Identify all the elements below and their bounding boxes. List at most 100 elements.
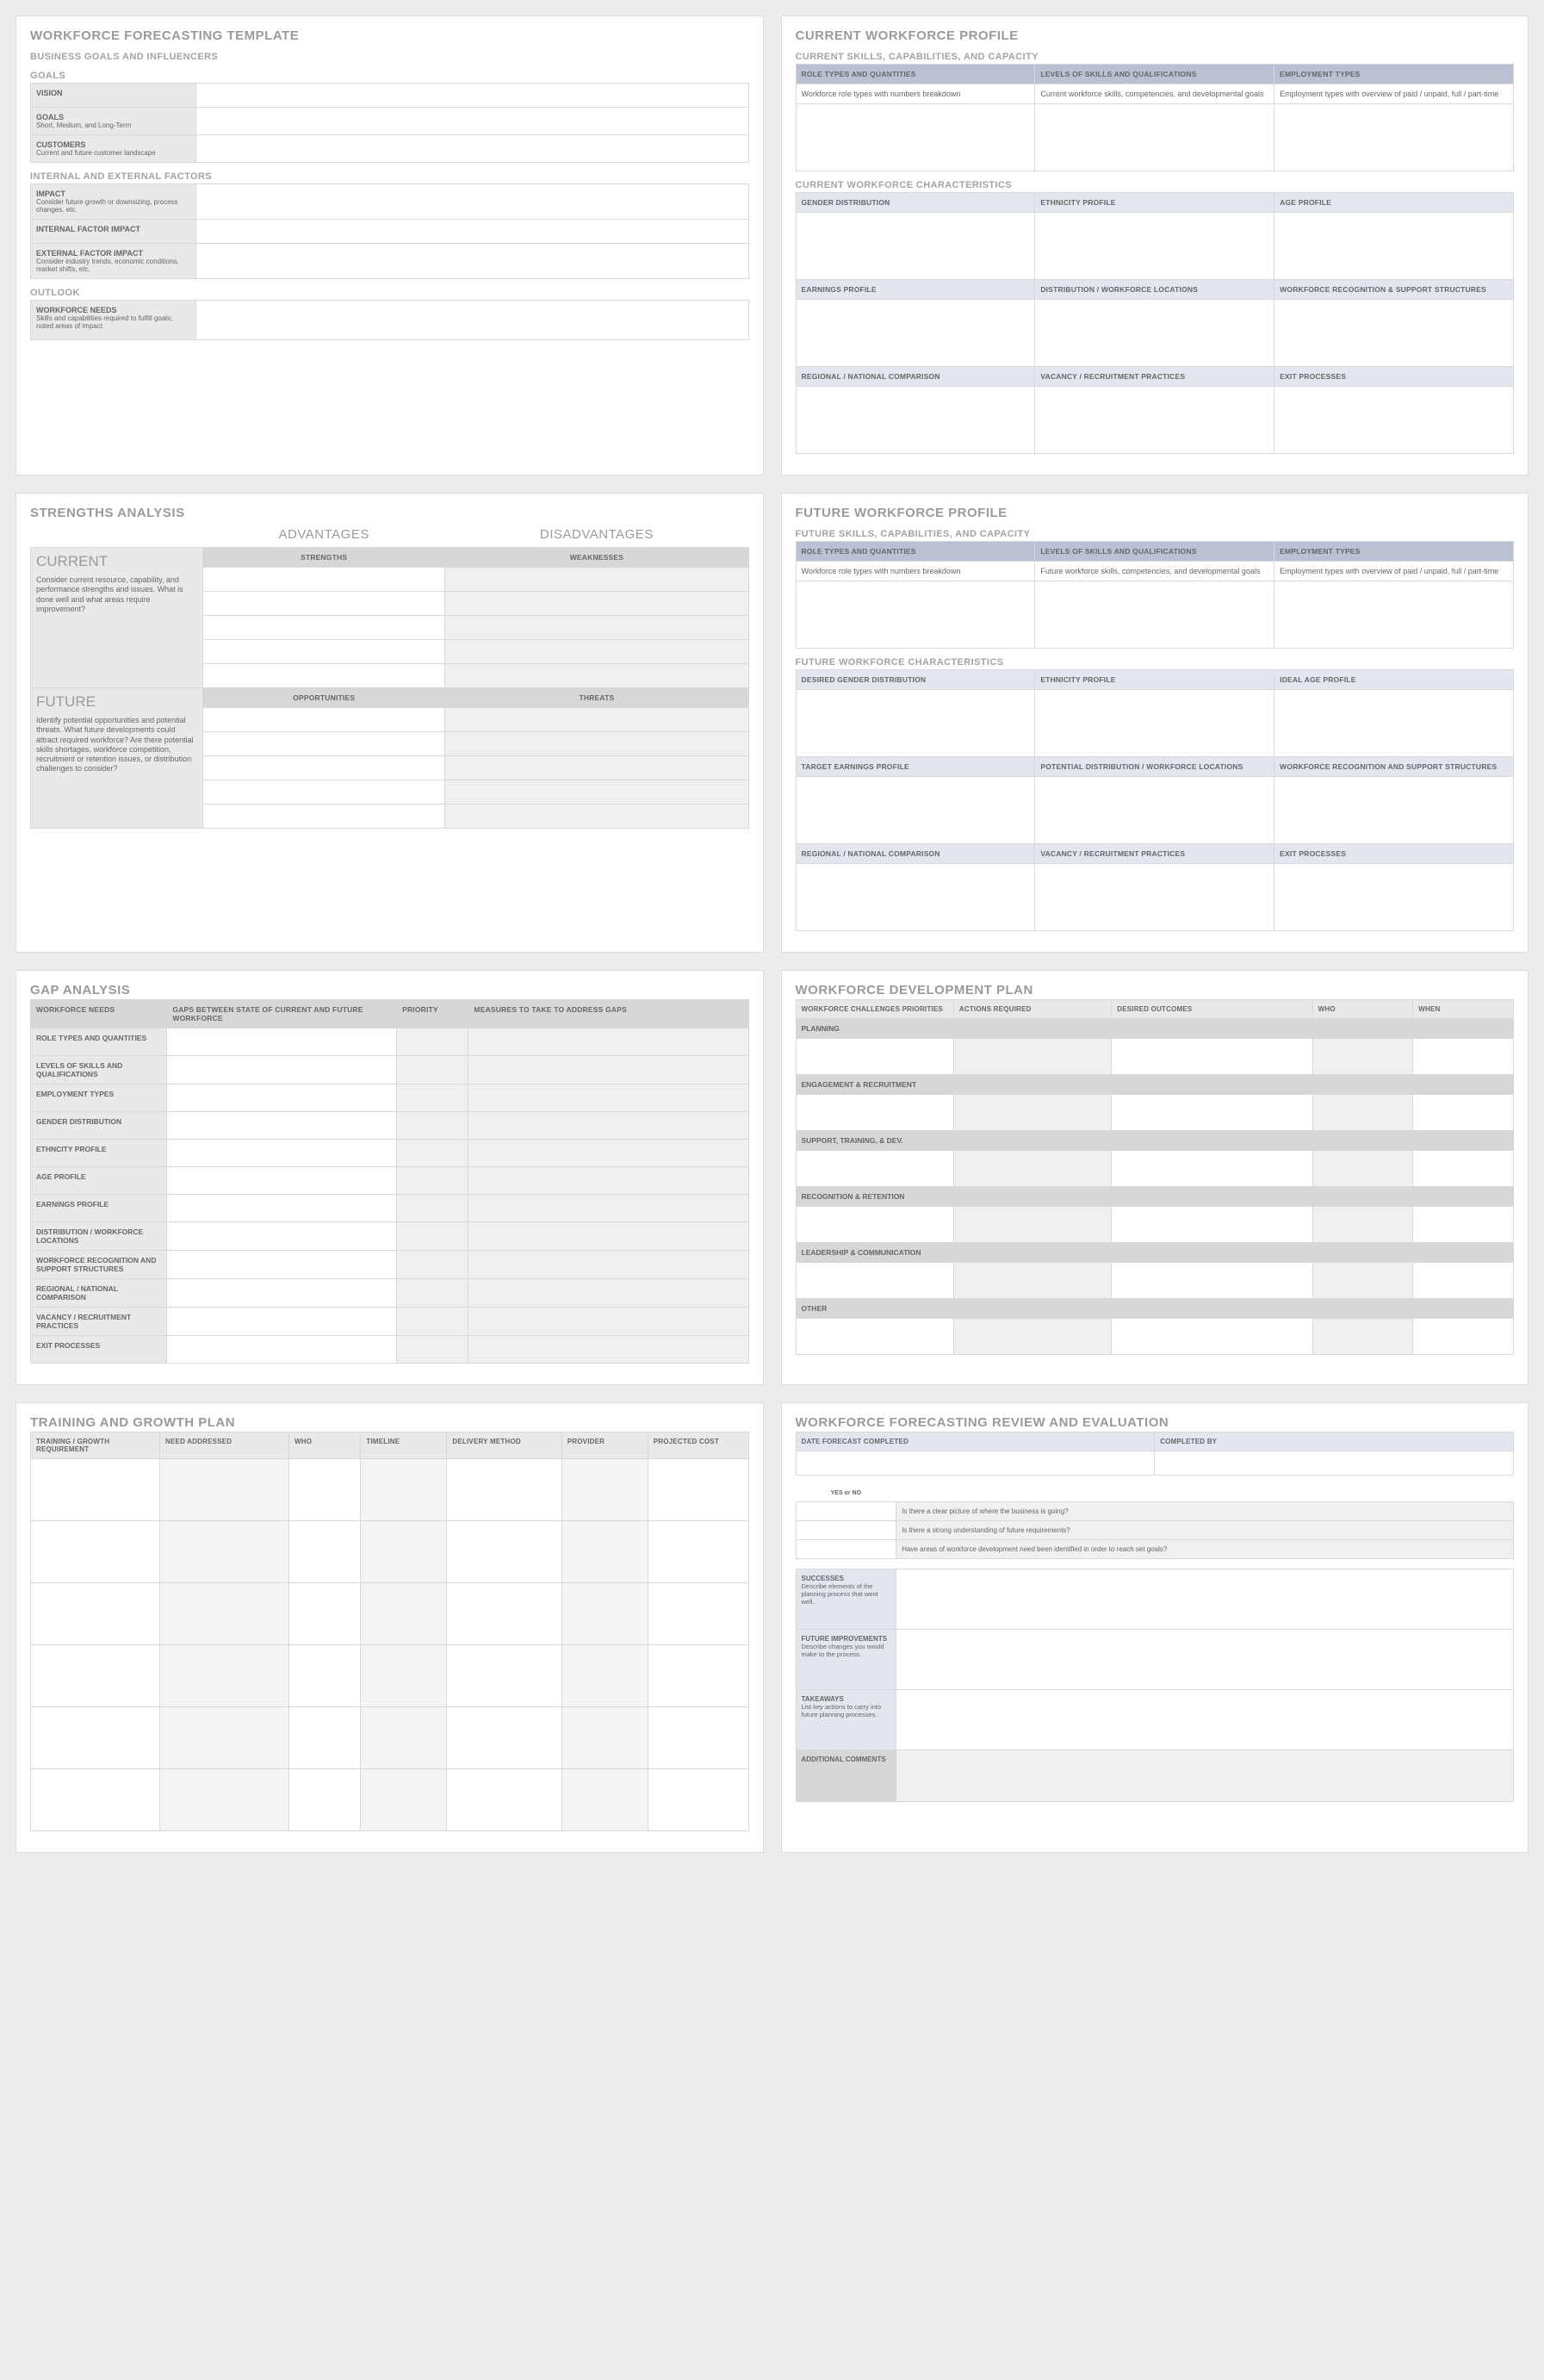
swot-cell[interactable] <box>203 568 445 592</box>
swot-cell[interactable] <box>203 640 445 664</box>
cell-input[interactable] <box>397 1222 468 1251</box>
cell-input[interactable] <box>31 1769 160 1831</box>
cell-input[interactable] <box>468 1279 748 1308</box>
cell-input[interactable] <box>160 1459 289 1521</box>
cell-input[interactable] <box>1035 864 1274 931</box>
cell-input[interactable] <box>561 1459 648 1521</box>
cell-input[interactable] <box>1112 1095 1312 1131</box>
swot-cell[interactable] <box>445 640 748 664</box>
cell-input[interactable] <box>648 1769 748 1831</box>
cell-input[interactable] <box>953 1263 1111 1299</box>
cell-input[interactable] <box>796 1319 953 1355</box>
cell-input[interactable] <box>1413 1319 1514 1355</box>
swot-cell[interactable] <box>203 805 445 829</box>
takeaways-input[interactable] <box>896 1690 1514 1750</box>
cell-input[interactable] <box>796 300 1035 367</box>
cell-input[interactable] <box>468 1251 748 1279</box>
cell-input[interactable] <box>1312 1263 1413 1299</box>
cell-input[interactable] <box>1274 864 1514 931</box>
swot-cell[interactable] <box>203 708 445 732</box>
date-input[interactable] <box>796 1451 1155 1476</box>
cell-input[interactable] <box>167 1336 397 1364</box>
cell-input[interactable] <box>167 1279 397 1308</box>
comments-input[interactable] <box>896 1750 1514 1802</box>
cell-input[interactable] <box>397 1084 468 1112</box>
cell-input[interactable] <box>160 1707 289 1769</box>
cell-input[interactable] <box>796 387 1035 454</box>
cell-input[interactable] <box>167 1084 397 1112</box>
cell-input[interactable] <box>468 1222 748 1251</box>
swot-cell[interactable] <box>445 780 748 805</box>
cell-input[interactable] <box>1274 690 1514 757</box>
cell-input[interactable] <box>1413 1095 1514 1131</box>
cell-input[interactable] <box>796 690 1035 757</box>
cell-input[interactable] <box>289 1645 361 1707</box>
cell-input[interactable] <box>361 1583 447 1645</box>
cell-input[interactable] <box>796 864 1035 931</box>
cell-input[interactable] <box>648 1459 748 1521</box>
cell-input[interactable] <box>31 1707 160 1769</box>
swot-cell[interactable] <box>445 805 748 829</box>
cell-input[interactable] <box>1312 1039 1413 1075</box>
cell-input[interactable] <box>1312 1095 1413 1131</box>
cell-input[interactable] <box>361 1459 447 1521</box>
cell-input[interactable] <box>167 1167 397 1195</box>
cell-input[interactable] <box>397 1336 468 1364</box>
cell-input[interactable] <box>796 1263 953 1299</box>
cell-input[interactable] <box>468 1195 748 1222</box>
cell-input[interactable] <box>397 1056 468 1084</box>
cell-input[interactable] <box>1274 777 1514 844</box>
cell-input[interactable] <box>1035 104 1274 171</box>
cell-input[interactable] <box>953 1039 1111 1075</box>
cell-input[interactable] <box>361 1769 447 1831</box>
cell-input[interactable] <box>1413 1263 1514 1299</box>
cell-input[interactable] <box>796 104 1035 171</box>
cell-input[interactable] <box>468 1084 748 1112</box>
swot-cell[interactable] <box>203 592 445 616</box>
cell-input[interactable] <box>468 1140 748 1167</box>
cell-input[interactable] <box>953 1207 1111 1243</box>
cell-input[interactable] <box>397 1028 468 1056</box>
cell-input[interactable] <box>1112 1207 1312 1243</box>
cell-input[interactable] <box>397 1167 468 1195</box>
cell-input[interactable] <box>1112 1263 1312 1299</box>
cell-input[interactable] <box>397 1195 468 1222</box>
cell-input[interactable] <box>361 1521 447 1583</box>
cell-input[interactable] <box>289 1459 361 1521</box>
cell-input[interactable] <box>31 1583 160 1645</box>
cell-input[interactable] <box>167 1028 397 1056</box>
cell-input[interactable] <box>1274 387 1514 454</box>
wf-needs-input[interactable] <box>195 301 748 340</box>
cell-input[interactable] <box>796 1039 953 1075</box>
swot-cell[interactable] <box>445 708 748 732</box>
swot-cell[interactable] <box>445 616 748 640</box>
cell-input[interactable] <box>1112 1319 1312 1355</box>
cell-input[interactable] <box>167 1308 397 1336</box>
cell-input[interactable] <box>160 1645 289 1707</box>
cell-input[interactable] <box>468 1028 748 1056</box>
goals-input[interactable] <box>195 108 748 135</box>
cell-input[interactable] <box>648 1645 748 1707</box>
cell-input[interactable] <box>796 1151 953 1187</box>
cell-input[interactable] <box>1312 1151 1413 1187</box>
cell-input[interactable] <box>1413 1151 1514 1187</box>
cell-input[interactable] <box>447 1521 561 1583</box>
cell-input[interactable] <box>1035 387 1274 454</box>
cell-input[interactable] <box>397 1279 468 1308</box>
internal-impact-input[interactable] <box>195 220 748 244</box>
cell-input[interactable] <box>1274 104 1514 171</box>
cell-input[interactable] <box>289 1769 361 1831</box>
cell-input[interactable] <box>468 1308 748 1336</box>
cell-input[interactable] <box>397 1308 468 1336</box>
cell-input[interactable] <box>468 1112 748 1140</box>
cell-input[interactable] <box>953 1151 1111 1187</box>
swot-cell[interactable] <box>445 568 748 592</box>
cell-input[interactable] <box>796 777 1035 844</box>
cell-input[interactable] <box>1312 1207 1413 1243</box>
cell-input[interactable] <box>561 1645 648 1707</box>
cell-input[interactable] <box>160 1769 289 1831</box>
cell-input[interactable] <box>447 1769 561 1831</box>
swot-cell[interactable] <box>203 616 445 640</box>
cell-input[interactable] <box>160 1521 289 1583</box>
swot-cell[interactable] <box>445 756 748 780</box>
